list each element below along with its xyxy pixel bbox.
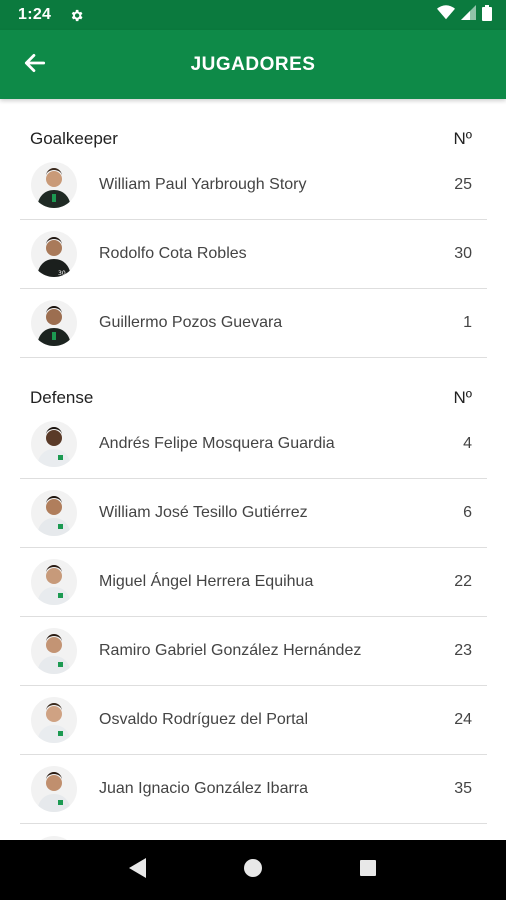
- section-header-defense: Defense Nº: [30, 383, 472, 413]
- player-name: Ramiro Gabriel González Hernández: [99, 642, 362, 659]
- nav-home-button[interactable]: [233, 850, 273, 890]
- player-avatar: [31, 628, 77, 674]
- status-icons: [437, 4, 492, 26]
- player-row[interactable]: Juan Ignacio González Ibarra 35: [20, 755, 487, 824]
- player-name: Osvaldo Rodríguez del Portal: [99, 711, 308, 728]
- player-row[interactable]: William Paul Yarbrough Story 25: [20, 151, 487, 220]
- battery-icon: [482, 4, 492, 26]
- status-bar: 1:24: [0, 0, 506, 30]
- player-number: 22: [454, 573, 472, 590]
- player-row[interactable]: Miguel Ángel Herrera Equihua 22: [20, 548, 487, 617]
- player-name: Miguel Ángel Herrera Equihua: [99, 573, 314, 590]
- player-avatar: [31, 490, 77, 536]
- arrow-left-icon: [22, 50, 48, 81]
- player-number: 4: [463, 435, 472, 452]
- player-name: William José Tesillo Gutiérrez: [99, 504, 308, 521]
- player-number: 35: [454, 780, 472, 797]
- page-title: JUGADORES: [190, 53, 316, 75]
- player-avatar: 30: [31, 231, 77, 277]
- signal-icon: [461, 5, 476, 25]
- player-number: 6: [463, 504, 472, 521]
- wifi-icon: [437, 5, 455, 25]
- section-header-goalkeeper: Goalkeeper Nº: [30, 124, 472, 154]
- player-row[interactable]: Ramiro Gabriel González Hernández 23: [20, 617, 487, 686]
- number-column-header: Nº: [453, 388, 473, 407]
- player-row[interactable]: William José Tesillo Gutiérrez 6: [20, 479, 487, 548]
- player-row[interactable]: Guillermo Pozos Guevara 1: [20, 289, 487, 358]
- home-circle-icon: [243, 858, 263, 883]
- svg-text:30: 30: [58, 270, 66, 277]
- player-avatar: [31, 300, 77, 346]
- player-name: Guillermo Pozos Guevara: [99, 314, 283, 331]
- player-avatar: [31, 559, 77, 605]
- nav-back-button[interactable]: [118, 850, 158, 890]
- player-number: 30: [454, 245, 472, 262]
- player-avatar: [31, 162, 77, 208]
- number-column-header: Nº: [453, 129, 473, 148]
- player-row[interactable]: Andrés Felipe Mosquera Guardia 4: [20, 410, 487, 479]
- recents-square-icon: [359, 859, 377, 882]
- section-title: Goalkeeper: [30, 129, 118, 148]
- player-name: Andrés Felipe Mosquera Guardia: [99, 435, 335, 452]
- status-time: 1:24: [18, 6, 52, 23]
- player-avatar: [31, 766, 77, 812]
- nav-recents-button[interactable]: [348, 850, 388, 890]
- player-number: 24: [454, 711, 472, 728]
- player-number: 1: [463, 314, 472, 331]
- back-button[interactable]: [14, 44, 56, 86]
- player-row[interactable]: Osvaldo Rodríguez del Portal 24: [20, 686, 487, 755]
- players-list[interactable]: Goalkeeper Nº William Paul Yarbrough Sto…: [0, 99, 506, 840]
- player-number: 23: [454, 642, 472, 659]
- player-avatar: [31, 421, 77, 467]
- player-name: William Paul Yarbrough Story: [99, 176, 307, 193]
- player-number: 25: [454, 176, 472, 193]
- player-name: Juan Ignacio González Ibarra: [99, 780, 309, 797]
- app-bar: JUGADORES: [0, 30, 506, 99]
- player-name: Rodolfo Cota Robles: [99, 245, 247, 262]
- gear-icon: [69, 8, 84, 23]
- section-title: Defense: [30, 388, 94, 407]
- player-row[interactable]: 30 Rodolfo Cota Robles 30: [20, 220, 487, 289]
- back-triangle-icon: [128, 857, 148, 884]
- system-nav-bar: [0, 840, 506, 900]
- player-avatar: [31, 697, 77, 743]
